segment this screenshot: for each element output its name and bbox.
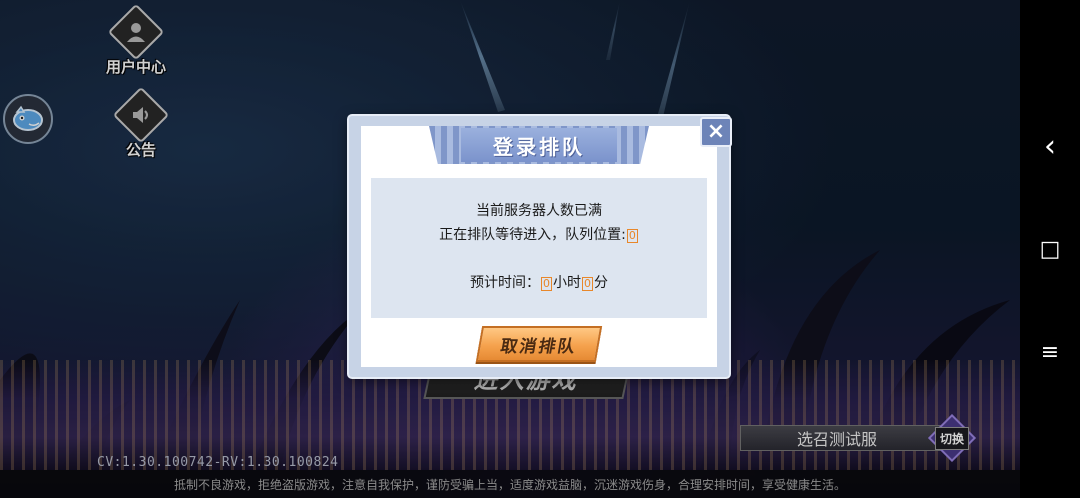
queue-message-box: 当前服务器人数已满 正在排队等待进入，队列位置: 0 预计时间： 0 小时 0 分 [371, 178, 707, 318]
system-nav-bar: ‹ □ ≡ [1020, 0, 1080, 498]
hours-unit: 小时 [553, 275, 581, 291]
back-icon: ‹ [1044, 128, 1056, 164]
menu-icon: ≡ [1040, 339, 1060, 365]
back-nav-button[interactable]: ‹ [1020, 126, 1080, 166]
close-dialog-button[interactable]: × [700, 117, 732, 147]
server-full-text: 当前服务器人数已满 [476, 203, 602, 219]
queue-position-line: 正在排队等待进入，队列位置: 0 [371, 224, 707, 244]
estimated-time-prefix: 预计时间： [470, 275, 540, 291]
minutes-unit: 分 [594, 275, 608, 291]
estimated-time-line: 预计时间： 0 小时 0 分 [371, 272, 707, 292]
login-queue-dialog: 登录排队 当前服务器人数已满 正在排队等待进入，队列位置: 0 预计时间： 0 小时 0… [349, 116, 732, 377]
queue-position-value: 0 [626, 229, 638, 243]
home-nav-button[interactable]: □ [1020, 229, 1080, 269]
minutes-value: 0 [582, 277, 593, 291]
queue-position-prefix: 正在排队等待进入，队列位置: [439, 227, 626, 243]
hours-value: 0 [541, 277, 552, 291]
dialog-title: 登录排队 [461, 128, 617, 162]
cancel-queue-label: 取消排队 [498, 336, 579, 357]
home-icon: □ [1039, 236, 1061, 262]
dialog-body: 登录排队 当前服务器人数已满 正在排队等待进入，队列位置: 0 预计时间： 0 小时 0… [361, 126, 717, 367]
close-icon: × [706, 119, 726, 144]
menu-nav-button[interactable]: ≡ [1020, 332, 1080, 372]
cancel-queue-button[interactable]: 取消排队 [475, 326, 603, 362]
